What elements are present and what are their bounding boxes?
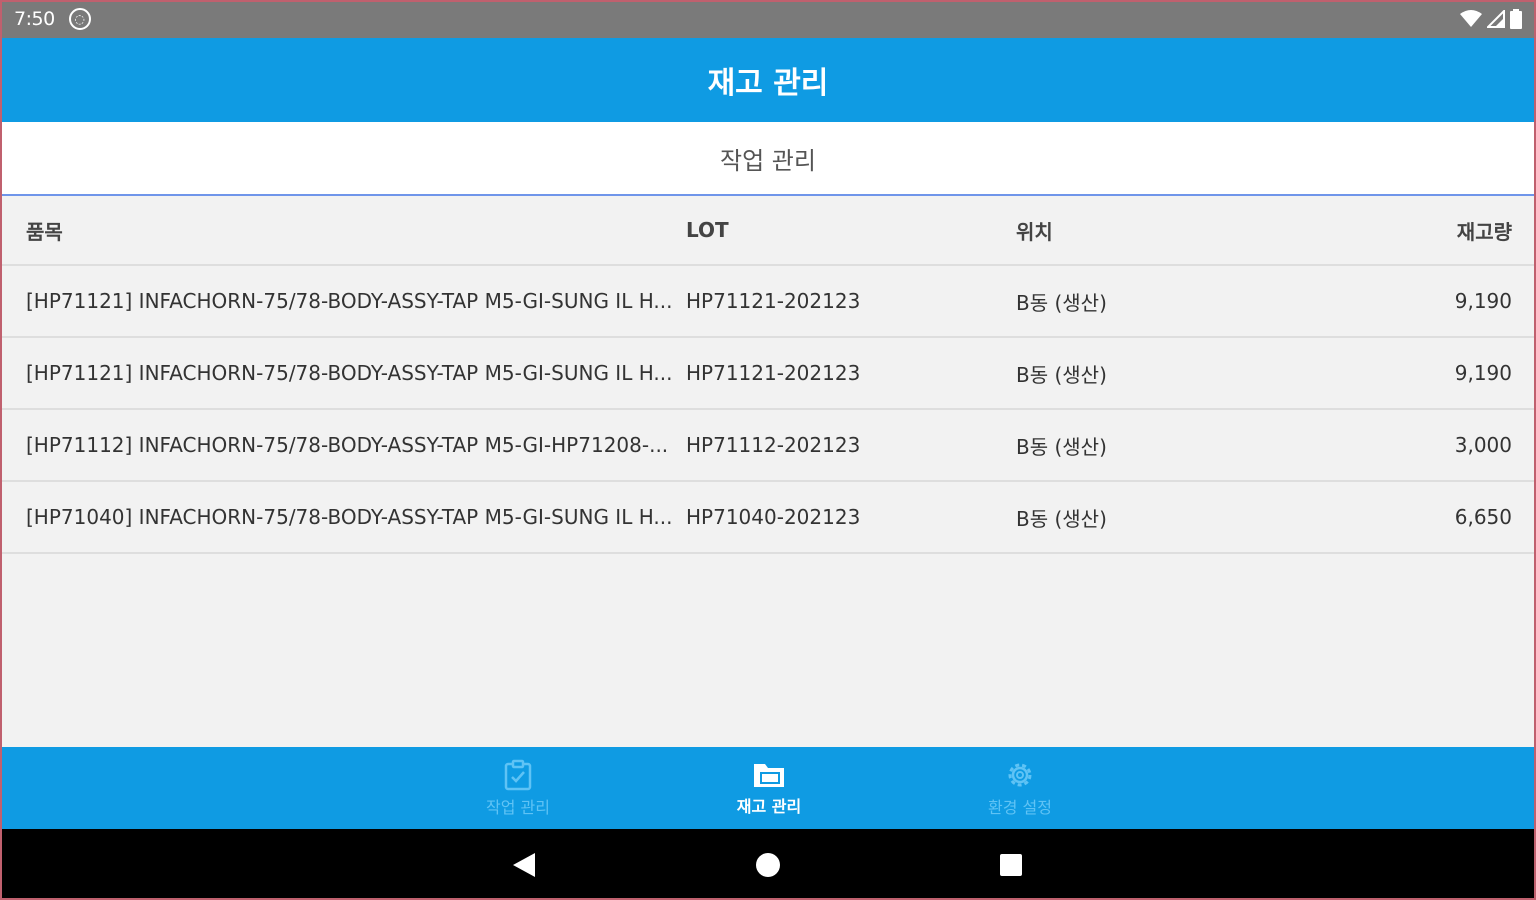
recents-button[interactable]	[993, 847, 1029, 883]
header-lot: LOT	[686, 218, 729, 242]
cell-item: [HP71121] INFACHORN-75/78-BODY-ASSY-TAP …	[26, 266, 682, 336]
status-bar: 7:50 ◌	[0, 0, 1536, 38]
sub-header-label: 작업 관리	[720, 146, 816, 175]
clipboard-check-icon	[504, 759, 532, 790]
status-time: 7:50	[14, 8, 55, 30]
system-nav-bar	[0, 829, 1536, 900]
app-bar: 재고 관리	[0, 38, 1536, 122]
battery-icon	[1510, 9, 1522, 29]
cell-location: B동 (생산)	[1016, 434, 1107, 459]
table-row[interactable]: [HP71121] INFACHORN-75/78-BODY-ASSY-TAP …	[0, 266, 1536, 338]
nav-settings[interactable]: 환경 설정	[920, 747, 1120, 829]
table-row[interactable]: [HP71112] INFACHORN-75/78-BODY-ASSY-TAP …	[0, 410, 1536, 482]
cell-lot: HP71121-202123	[686, 289, 861, 313]
inventory-table: 품목 LOT 위치 재고량 [HP71121] INFACHORN-75/78-…	[0, 196, 1536, 554]
cell-item: [HP71040] INFACHORN-75/78-BODY-ASSY-TAP …	[26, 482, 682, 552]
circle-app-icon: ◌	[68, 8, 91, 30]
cell-item-text: [HP71121] INFACHORN-75/78-BODY-ASSY-TAP …	[26, 289, 673, 313]
table-row[interactable]: [HP71121] INFACHORN-75/78-BODY-ASSY-TAP …	[0, 338, 1536, 410]
nav-label: 환경 설정	[988, 797, 1052, 817]
signal-icon	[1487, 10, 1505, 28]
cell-quantity: 9,190	[1454, 289, 1512, 313]
cell-location: B동 (생산)	[1016, 362, 1107, 387]
header-quantity: 재고량	[1456, 219, 1512, 244]
header-location: 위치	[1016, 219, 1053, 244]
recents-icon	[1000, 854, 1022, 876]
cell-quantity: 9,190	[1454, 361, 1512, 385]
page-title: 재고 관리	[707, 66, 829, 101]
table-header-row: 품목 LOT 위치 재고량	[0, 196, 1536, 266]
cell-item: [HP71112] INFACHORN-75/78-BODY-ASSY-TAP …	[26, 410, 682, 480]
cell-location: B동 (생산)	[1016, 506, 1107, 531]
nav-label: 작업 관리	[486, 797, 550, 817]
wifi-icon	[1460, 10, 1482, 27]
status-icons	[1460, 9, 1522, 29]
back-icon	[513, 853, 535, 877]
cell-lot: HP71112-202123	[686, 433, 861, 457]
home-icon	[756, 853, 780, 877]
nav-label: 재고 관리	[736, 796, 802, 816]
home-button[interactable]	[750, 847, 786, 883]
cell-quantity: 3,000	[1454, 433, 1512, 457]
cell-item: [HP71121] INFACHORN-75/78-BODY-ASSY-TAP …	[26, 338, 682, 408]
cell-lot: HP71121-202123	[686, 361, 861, 385]
cell-quantity: 6,650	[1454, 505, 1512, 529]
cell-location: B동 (생산)	[1016, 290, 1107, 315]
cell-item-text: [HP71040] INFACHORN-75/78-BODY-ASSY-TAP …	[26, 505, 673, 529]
nav-inventory-management[interactable]: 재고 관리	[669, 747, 869, 829]
cell-item-text: [HP71112] INFACHORN-75/78-BODY-ASSY-TAP …	[26, 433, 669, 457]
back-button[interactable]	[506, 847, 542, 883]
table-row[interactable]: [HP71040] INFACHORN-75/78-BODY-ASSY-TAP …	[0, 482, 1536, 554]
folder-icon	[754, 763, 784, 787]
bottom-nav: 작업 관리 재고 관리 환경 설정	[0, 747, 1536, 829]
header-item: 품목	[26, 219, 63, 244]
nav-work-management[interactable]: 작업 관리	[418, 747, 618, 829]
cell-lot: HP71040-202123	[686, 505, 861, 529]
gear-icon	[1008, 763, 1032, 786]
cell-item-text: [HP71121] INFACHORN-75/78-BODY-ASSY-TAP …	[26, 361, 673, 385]
sub-header[interactable]: 작업 관리	[0, 122, 1536, 196]
